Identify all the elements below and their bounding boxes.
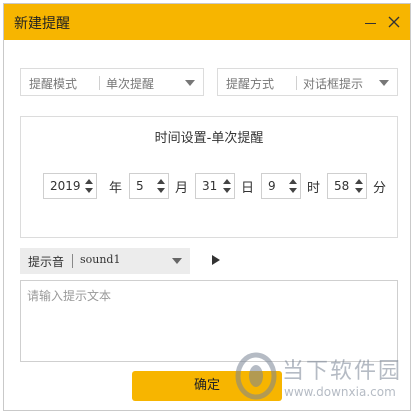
time-settings-title: 时间设置-单次提醒: [154, 131, 264, 146]
watermark-logo-icon: [235, 352, 277, 400]
month-unit: 月: [175, 181, 189, 196]
arrow-up-icon[interactable]: [157, 179, 165, 184]
minute-value: 58: [334, 179, 350, 193]
divider: [296, 76, 297, 90]
hour-value: 9: [268, 179, 276, 193]
year-value: 2019: [50, 179, 81, 193]
divider: [72, 254, 73, 268]
arrow-up-icon[interactable]: [85, 179, 93, 184]
reminder-method-select[interactable]: 提醒方式 对话框提示: [217, 68, 398, 96]
dialog-window: 新建提醒 提醒模式 单次提醒 提醒方式 对话框提示 时间设置-单次提醒 2019…: [3, 3, 411, 411]
title-bar: 新建提醒: [4, 4, 410, 40]
watermark: 当下软件园 www.downxia.com: [234, 350, 414, 410]
sound-select[interactable]: 提示音 sound1: [20, 248, 190, 274]
month-value: 5: [136, 179, 144, 193]
time-settings-panel: 时间设置-单次提醒 2019 年 5 月 31 日 9 时 58 分: [20, 116, 398, 238]
play-icon[interactable]: [212, 255, 220, 265]
reminder-text-placeholder: 请输入提示文本: [27, 289, 112, 303]
arrow-down-icon[interactable]: [85, 188, 93, 193]
day-spinner[interactable]: 31: [195, 173, 235, 199]
day-unit: 日: [241, 181, 255, 196]
reminder-mode-label: 提醒模式: [29, 77, 78, 91]
close-button[interactable]: [384, 12, 404, 32]
day-value: 31: [202, 179, 218, 193]
sound-value: sound1: [80, 253, 121, 266]
arrow-down-icon[interactable]: [223, 188, 231, 193]
hour-unit: 时: [307, 181, 321, 196]
chevron-down-icon: [379, 80, 389, 86]
arrow-up-icon[interactable]: [223, 179, 231, 184]
close-icon: [388, 16, 400, 28]
reminder-method-label: 提醒方式: [226, 77, 275, 91]
arrow-up-icon[interactable]: [355, 179, 363, 184]
year-unit: 年: [109, 181, 123, 196]
arrow-up-icon[interactable]: [289, 179, 297, 184]
reminder-method-value: 对话框提示: [303, 77, 364, 91]
reminder-mode-select[interactable]: 提醒模式 单次提醒: [20, 68, 204, 96]
chevron-down-icon: [185, 80, 195, 86]
arrow-down-icon[interactable]: [289, 188, 297, 193]
year-spinner[interactable]: 2019: [43, 173, 97, 199]
minute-spinner[interactable]: 58: [327, 173, 367, 199]
reminder-mode-value: 单次提醒: [106, 77, 155, 91]
chevron-down-icon: [172, 258, 182, 264]
arrow-down-icon[interactable]: [355, 188, 363, 193]
arrow-down-icon[interactable]: [157, 188, 165, 193]
minimize-button[interactable]: [360, 12, 380, 32]
sound-label: 提示音: [28, 255, 65, 269]
watermark-url: www.downxia.com: [284, 385, 396, 399]
watermark-brand: 当下软件园: [282, 359, 403, 384]
hour-spinner[interactable]: 9: [261, 173, 301, 199]
month-spinner[interactable]: 5: [129, 173, 169, 199]
minute-unit: 分: [373, 181, 387, 196]
window-title: 新建提醒: [14, 16, 70, 32]
divider: [99, 76, 100, 90]
